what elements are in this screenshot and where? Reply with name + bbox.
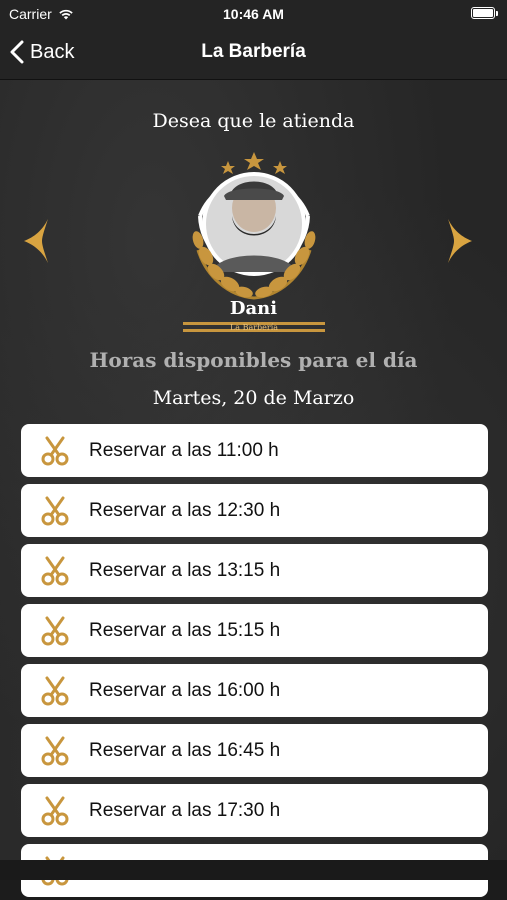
time-slot-label: Reservar a las 15:15 h: [89, 619, 281, 641]
main-content: Desea que le atienda Dani La Barbería Ho…: [0, 80, 507, 897]
arrow-right-icon[interactable]: [446, 217, 474, 265]
arrow-left-icon[interactable]: [22, 217, 50, 265]
time-slot-button[interactable]: Reservar a las 12:30 h: [21, 484, 488, 537]
star-icon: [221, 161, 235, 174]
battery-icon: [471, 7, 498, 19]
scissors-icon: [39, 555, 71, 587]
star-icon: [244, 152, 264, 170]
availability-title: Horas disponibles para el día: [89, 348, 418, 372]
status-bar: Carrier 10:46 AM: [0, 0, 507, 28]
time-slot-button[interactable]: Reservar a las 15:15 h: [21, 604, 488, 657]
scissors-icon: [39, 675, 71, 707]
status-time: 10:46 AM: [223, 6, 284, 22]
time-slot-button[interactable]: Reservar a las 13:15 h: [21, 544, 488, 597]
time-slot-button[interactable]: Reservar a las 11:00 h: [21, 424, 488, 477]
scissors-icon: [39, 795, 71, 827]
time-slot-label: Reservar a las 13:15 h: [89, 559, 281, 581]
time-slot-list: Reservar a las 11:00 h Reservar a las 12…: [21, 424, 488, 900]
time-slot-button[interactable]: Reservar a las 16:00 h: [21, 664, 488, 717]
time-slot-label: Reservar a las 16:45 h: [89, 739, 281, 761]
star-icon: [273, 161, 287, 174]
time-slot-label: Reservar a las 16:00 h: [89, 679, 281, 701]
time-slot-label: Reservar a las 11:00 h: [89, 439, 279, 461]
page-title: La Barbería: [201, 41, 306, 62]
bottom-edge: [0, 860, 507, 880]
scissors-icon: [39, 435, 71, 467]
selected-date: Martes, 20 de Marzo: [152, 387, 355, 409]
time-slot-label: Reservar a las 12:30 h: [89, 499, 281, 521]
scissors-icon: [39, 615, 71, 647]
time-slot-button[interactable]: Reservar a las 17:30 h: [21, 784, 488, 837]
navigation-bar: Back La Barbería: [0, 28, 507, 80]
time-slot-label: Reservar a las 17:30 h: [89, 799, 281, 821]
scissors-icon: [39, 735, 71, 767]
scissors-icon: [39, 495, 71, 527]
barber-name: Dani: [229, 298, 278, 319]
barber-prompt: Desea que le atienda: [152, 110, 355, 132]
time-slot-button[interactable]: Reservar a las 16:45 h: [21, 724, 488, 777]
brand-label: La Barbería: [229, 323, 279, 332]
